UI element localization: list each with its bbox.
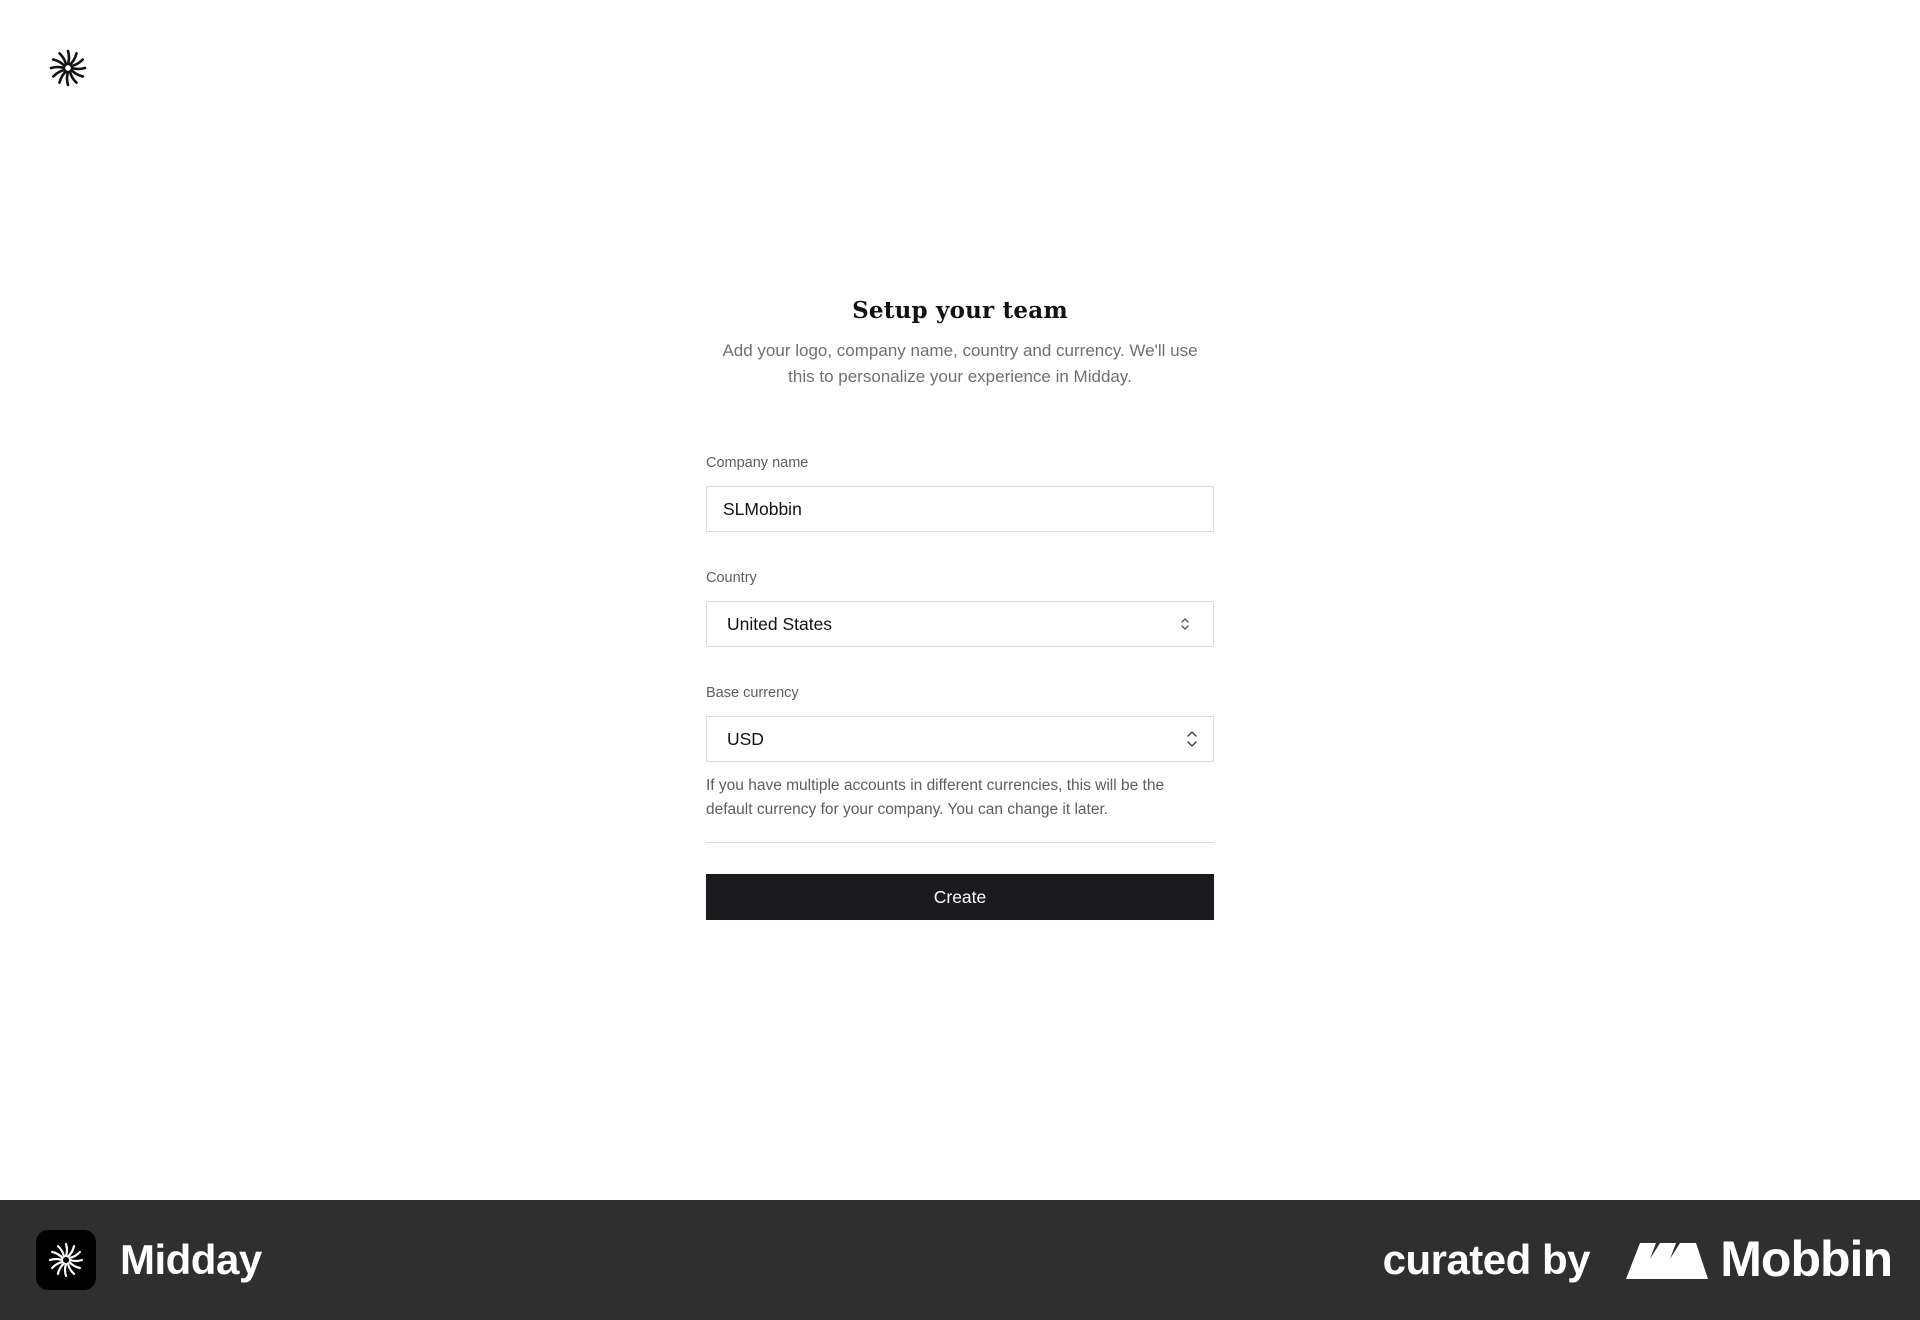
footer-app-name: Midday <box>120 1236 262 1283</box>
base-currency-value: USD <box>727 728 764 749</box>
sunburst-icon <box>48 1242 84 1278</box>
company-name-label: Company name <box>706 455 809 471</box>
sunburst-icon <box>49 49 87 87</box>
base-currency-select[interactable]: USD <box>706 716 1214 762</box>
setup-team-form: Setup your team Add your logo, company n… <box>706 294 1214 920</box>
country-select[interactable]: United States <box>706 601 1214 647</box>
footer-banner: Midday curated by Mobbin <box>0 1200 1920 1320</box>
page-subtitle: Add your logo, company name, country and… <box>722 341 1198 386</box>
mobbin-brand-name: Mobbin <box>1720 1231 1893 1287</box>
country-value: United States <box>727 613 833 634</box>
country-label: Country <box>706 570 757 586</box>
page: Setup your team Add your logo, company n… <box>0 0 1920 1320</box>
base-currency-label: Base currency <box>706 685 799 701</box>
chevron-up-down-icon <box>1187 731 1197 747</box>
page-title: Setup your team <box>852 297 1068 324</box>
footer-curated-by: curated by <box>1382 1236 1591 1283</box>
country-group: Country United States <box>706 569 1214 647</box>
chevron-up-down-icon <box>1181 618 1189 630</box>
midday-logo-icon[interactable] <box>48 48 88 88</box>
form-divider <box>706 842 1214 843</box>
company-name-value: SLMobbin <box>723 498 802 519</box>
mobbin-logo-icon <box>1626 1243 1709 1279</box>
base-currency-group: Base currency USD If you have multiple a… <box>706 684 1214 822</box>
mobbin-brand: Mobbin <box>1626 1231 1893 1287</box>
create-button[interactable]: Create <box>706 874 1214 920</box>
midday-app-icon <box>36 1230 96 1290</box>
company-name-input[interactable]: SLMobbin <box>706 486 1214 532</box>
company-name-group: Company name SLMobbin <box>706 454 1214 532</box>
base-currency-help-text: If you have multiple accounts in differe… <box>706 777 1165 818</box>
